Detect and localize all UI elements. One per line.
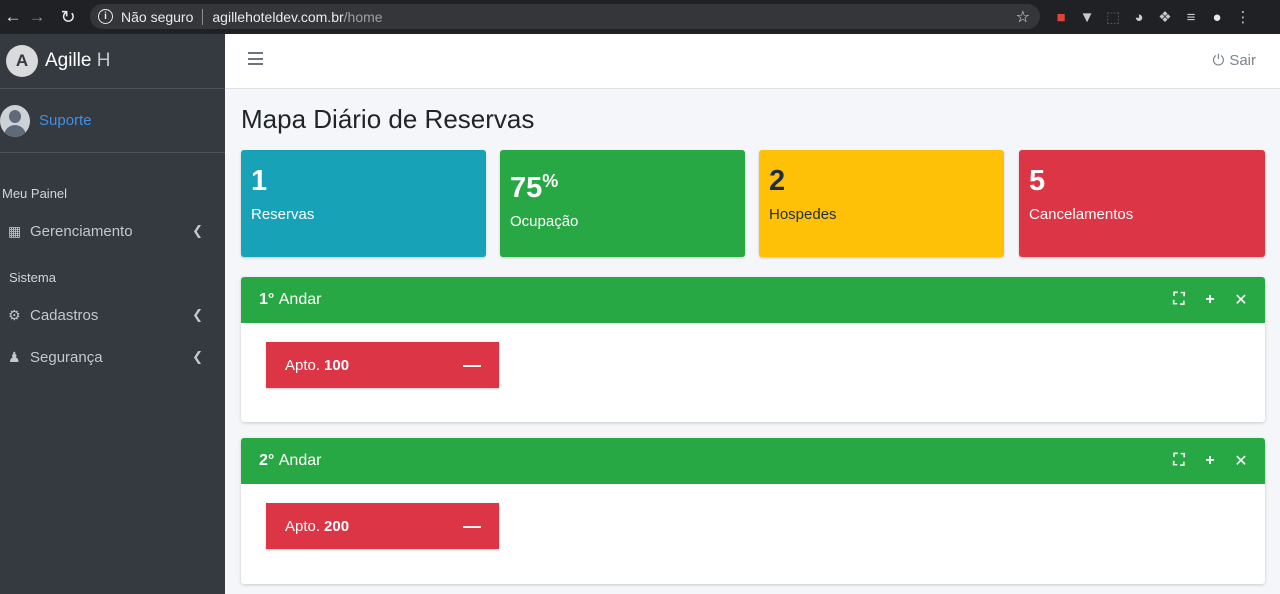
stat-label: Hospedes bbox=[769, 206, 837, 223]
nav-header-meu-painel: Meu Painel bbox=[2, 186, 68, 201]
stat-box-hospedes[interactable]: 2 Hospedes bbox=[759, 150, 1004, 257]
stat-box-reservas[interactable]: 1 Reservas bbox=[241, 150, 486, 257]
reload-icon[interactable]: ↻ bbox=[55, 4, 81, 30]
card-tools: ⛶ + ✕ bbox=[1171, 452, 1249, 470]
brand-name-main: Agille bbox=[45, 50, 92, 71]
puzzle-extensions-icon[interactable]: ❖ bbox=[1152, 5, 1178, 29]
chevron-left-icon: ❮ bbox=[192, 307, 203, 322]
omnibox-divider bbox=[202, 8, 204, 25]
dashboard-icon: ▦ bbox=[8, 222, 22, 239]
url-path: /home bbox=[343, 8, 383, 25]
sidebar-item-label: Cadastros bbox=[30, 306, 99, 324]
user-panel: Suporte bbox=[0, 89, 225, 153]
browser-menu-icon[interactable]: ⋮ bbox=[1230, 5, 1256, 29]
stat-label: Ocupação bbox=[510, 213, 579, 230]
browser-toolbar: ← → ↻ i Não seguro agillehoteldev.com.br… bbox=[0, 0, 1280, 34]
brand-link[interactable]: A Agille H bbox=[0, 34, 225, 89]
sidebar-item-label: Gerenciamento bbox=[30, 222, 133, 240]
compass-extension-icon[interactable]: ◕ bbox=[1126, 5, 1152, 29]
room-card-100[interactable]: Apto. 100 — bbox=[266, 342, 499, 388]
user-lock-icon: ♟ bbox=[8, 348, 21, 365]
security-label: Não seguro bbox=[121, 8, 194, 25]
floor-card-2: 2° Andar ⛶ + ✕ Apto. 200 — bbox=[241, 438, 1265, 584]
floor-number: 1° bbox=[259, 291, 275, 308]
stat-label: Cancelamentos bbox=[1029, 206, 1134, 223]
floor-card-body: Apto. 100 — bbox=[241, 323, 1265, 422]
stat-box-ocupacao[interactable]: 75% Ocupação bbox=[500, 150, 745, 257]
user-name-link[interactable]: Suporte bbox=[39, 112, 92, 129]
nav-header-sistema: Sistema bbox=[9, 270, 56, 285]
stat-suffix: % bbox=[542, 171, 559, 191]
close-icon[interactable]: ✕ bbox=[1233, 452, 1249, 470]
address-bar[interactable]: i Não seguro agillehoteldev.com.br/home … bbox=[90, 4, 1040, 29]
forward-icon[interactable]: → bbox=[24, 4, 50, 30]
expand-icon[interactable]: ⛶ bbox=[1171, 452, 1187, 470]
sidebar-item-seguranca[interactable]: ♟ Segurança ❮ bbox=[0, 338, 225, 376]
pdf-extension-icon[interactable]: ■ bbox=[1048, 5, 1074, 29]
floor-card-body: Apto. 200 — bbox=[241, 484, 1265, 584]
room-number: 100 bbox=[324, 356, 350, 374]
logout-button[interactable]: ⏻ Sair bbox=[1212, 52, 1256, 69]
vue-extension-icon[interactable]: ▼ bbox=[1074, 5, 1100, 29]
minus-icon[interactable]: — bbox=[463, 355, 481, 376]
logout-label: Sair bbox=[1229, 52, 1256, 69]
stat-label: Reservas bbox=[251, 206, 315, 223]
stat-box-cancelamentos[interactable]: 5 Cancelamentos bbox=[1019, 150, 1265, 257]
plus-icon[interactable]: + bbox=[1202, 291, 1218, 309]
stat-value-wrap: 75% bbox=[510, 164, 735, 205]
bookmark-star-icon[interactable]: ☆ bbox=[1016, 7, 1030, 27]
floor-card-header: 2° Andar ⛶ + ✕ bbox=[241, 438, 1265, 484]
floor-label: Andar bbox=[278, 452, 322, 469]
close-icon[interactable]: ✕ bbox=[1233, 291, 1249, 309]
url-host: agillehoteldev.com.br bbox=[212, 8, 344, 25]
room-prefix: Apto. bbox=[285, 517, 321, 535]
dotted-square-extension-icon[interactable]: ⬚ bbox=[1100, 5, 1126, 29]
stat-value: 2 bbox=[769, 165, 786, 197]
sidebar-item-label: Segurança bbox=[30, 348, 103, 366]
room-prefix: Apto. bbox=[285, 356, 321, 374]
brand-name-suffix: H bbox=[96, 50, 111, 71]
floor-card-header: 1° Andar ⛶ + ✕ bbox=[241, 277, 1265, 323]
back-icon[interactable]: ← bbox=[0, 4, 26, 30]
sidebar: A Agille H Suporte Meu Painel ▦ Gerencia… bbox=[0, 34, 225, 594]
extensions-tray: ■ ▼ ⬚ ◕ ❖ ≡ ● ⋮ bbox=[1048, 5, 1256, 29]
profile-icon[interactable]: ● bbox=[1204, 5, 1230, 29]
room-number: 200 bbox=[324, 517, 350, 535]
info-icon[interactable]: i bbox=[98, 9, 113, 24]
stat-value: 5 bbox=[1029, 165, 1046, 197]
floor-number: 2° bbox=[259, 452, 275, 469]
page-title: Mapa Diário de Reservas bbox=[241, 104, 535, 134]
chevron-left-icon: ❮ bbox=[192, 223, 203, 238]
stat-value: 75 bbox=[510, 172, 543, 204]
brand-name: Agille H bbox=[45, 50, 111, 72]
stat-value: 1 bbox=[251, 165, 268, 197]
power-icon: ⏻ bbox=[1212, 52, 1225, 69]
plus-icon[interactable]: + bbox=[1202, 452, 1218, 470]
hamburger-menu-icon[interactable] bbox=[248, 52, 263, 65]
sidebar-item-cadastros[interactable]: ⚙ Cadastros ❮ bbox=[0, 296, 225, 334]
expand-icon[interactable]: ⛶ bbox=[1171, 291, 1187, 309]
user-avatar-icon bbox=[0, 104, 30, 137]
floor-label: Andar bbox=[278, 291, 322, 308]
chevron-left-icon: ❮ bbox=[192, 349, 203, 364]
minus-icon[interactable]: — bbox=[463, 516, 481, 537]
sidebar-item-gerenciamento[interactable]: ▦ Gerenciamento ❮ bbox=[0, 212, 225, 250]
brand-logo-icon: A bbox=[6, 45, 38, 77]
top-navbar: ⏻ Sair bbox=[225, 34, 1280, 89]
gears-icon: ⚙ bbox=[8, 306, 21, 323]
floor-card-1: 1° Andar ⛶ + ✕ Apto. 100 — bbox=[241, 277, 1265, 422]
card-tools: ⛶ + ✕ bbox=[1171, 291, 1249, 309]
room-card-200[interactable]: Apto. 200 — bbox=[266, 503, 499, 549]
reading-list-icon[interactable]: ≡ bbox=[1178, 5, 1204, 29]
